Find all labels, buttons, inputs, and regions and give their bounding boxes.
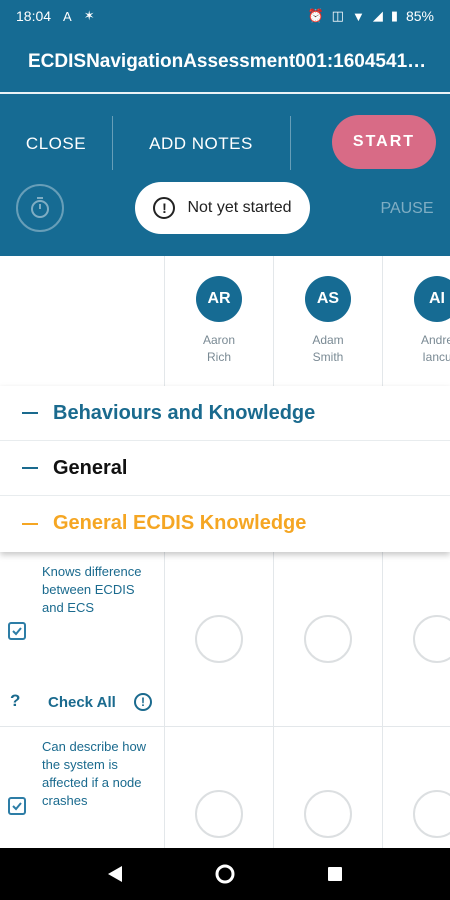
vibrate-icon: ◫: [331, 8, 344, 23]
status-bar: 18:04 A ✶ ⏰ ◫ ▼ ◢ ▮ 85%: [0, 0, 450, 32]
alarm-icon: ⏰: [307, 8, 324, 23]
section-label: General: [53, 456, 128, 479]
avatar: AR: [196, 276, 242, 322]
action-panel: CLOSE ADD NOTES START ! Not yet started …: [0, 94, 450, 256]
info-icon[interactable]: !: [134, 693, 152, 711]
avatar: AS: [305, 276, 351, 322]
signal-icon: ◢: [372, 8, 383, 23]
back-icon: [108, 866, 122, 882]
status-text: Not yet started: [187, 199, 292, 216]
puzzle-icon: ✶: [83, 8, 95, 23]
assessor-header: AR Aaron Rich AS Adam Smith AI Andre Ian…: [0, 256, 450, 386]
battery-icon: ▮: [390, 8, 398, 23]
battery-percent: 85%: [405, 8, 434, 24]
assessor-first-name: Adam: [312, 333, 344, 347]
back-button[interactable]: [95, 854, 135, 894]
clock: 18:04: [16, 8, 52, 24]
action-divider: [290, 116, 291, 170]
assessor-column[interactable]: AI Andre Iancu: [383, 276, 450, 366]
question-text: Can describe how the system is affected …: [42, 739, 147, 808]
collapse-icon: [22, 522, 38, 525]
start-button[interactable]: START: [332, 115, 436, 169]
add-notes-button[interactable]: ADD NOTES: [112, 116, 290, 172]
section-label: Behaviours and Knowledge: [53, 401, 316, 424]
stopwatch-icon: [31, 197, 49, 218]
pause-button[interactable]: PAUSE: [372, 194, 442, 224]
assessor-last-name: Smith: [312, 350, 344, 364]
recents-button[interactable]: [315, 854, 355, 894]
score-radio[interactable]: [195, 615, 243, 663]
assessor-first-name: Aaron: [202, 333, 236, 347]
alert-icon: !: [153, 197, 176, 219]
home-button[interactable]: [205, 854, 245, 894]
font-icon: A: [63, 8, 72, 24]
section-headers: Behaviours and Knowledge General General…: [0, 386, 450, 552]
wifi-icon: ▼: [351, 8, 365, 24]
recents-icon: [328, 867, 342, 881]
home-icon: [215, 864, 235, 884]
section-behaviours-knowledge[interactable]: Behaviours and Knowledge: [0, 386, 450, 441]
navigation-bar: [0, 848, 450, 900]
assessor-column[interactable]: AS Adam Smith: [274, 276, 382, 366]
question-grid: Knows difference between ECDIS and ECS ?…: [0, 552, 450, 848]
section-general[interactable]: General: [0, 441, 450, 496]
assessor-first-name: Andre: [420, 333, 450, 347]
assessor-column[interactable]: AR Aaron Rich: [165, 276, 273, 366]
checkbox-icon[interactable]: [8, 797, 26, 815]
score-radio[interactable]: [413, 615, 450, 663]
collapse-icon: [22, 467, 38, 469]
assessor-last-name: Iancu: [422, 350, 450, 364]
score-radio[interactable]: [304, 615, 352, 663]
avatar: AI: [414, 276, 450, 322]
check-all-button[interactable]: Check All: [48, 694, 116, 711]
score-radio[interactable]: [304, 790, 352, 838]
checkbox-icon[interactable]: [8, 622, 26, 640]
score-radio[interactable]: [195, 790, 243, 838]
status-badge: ! Not yet started: [135, 182, 310, 234]
score-radio[interactable]: [413, 790, 450, 838]
question-row: Can describe how the system is affected …: [0, 727, 450, 848]
section-label: General ECDIS Knowledge: [53, 512, 307, 534]
collapse-icon: [22, 412, 38, 414]
assessor-last-name: Rich: [206, 350, 231, 364]
close-button[interactable]: CLOSE: [0, 116, 112, 172]
help-icon[interactable]: ?: [10, 691, 20, 711]
assessment-title: ECDISNavigationAssessment001:1604541…: [0, 32, 450, 92]
timer-button[interactable]: [16, 184, 64, 232]
section-general-ecdis-knowledge[interactable]: General ECDIS Knowledge: [0, 496, 450, 551]
question-text: Knows difference between ECDIS and ECS: [42, 564, 142, 615]
question-row: Knows difference between ECDIS and ECS ?…: [0, 552, 450, 726]
